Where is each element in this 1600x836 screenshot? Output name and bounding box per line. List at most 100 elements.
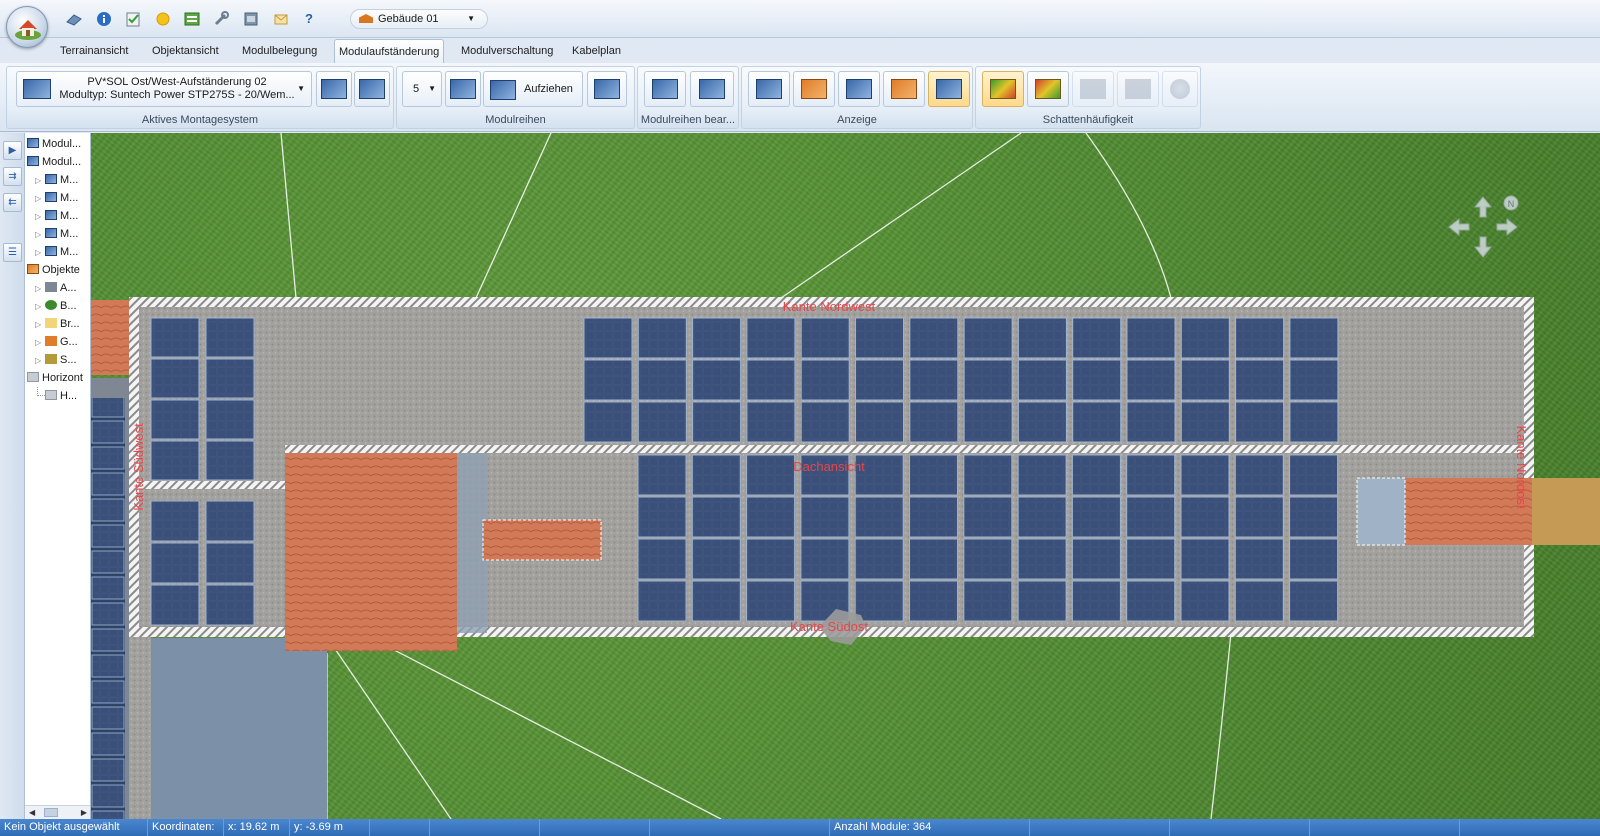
solar-module[interactable] [1126, 359, 1176, 401]
solar-module[interactable] [1071, 538, 1121, 580]
solar-module[interactable] [800, 359, 850, 401]
solar-module[interactable] [691, 538, 741, 580]
solar-module[interactable] [205, 399, 255, 440]
solar-module[interactable] [1234, 454, 1284, 496]
shade-frequency-button[interactable] [982, 71, 1024, 107]
scroll-thumb[interactable] [44, 808, 58, 817]
tab-modulbelegung[interactable]: Modulbelegung [238, 39, 321, 63]
solar-module[interactable] [1180, 454, 1230, 496]
solar-module[interactable] [963, 580, 1013, 622]
tab-objektansicht[interactable]: Objektansicht [148, 39, 223, 63]
expand-arrow-icon[interactable]: ▷ [35, 316, 45, 334]
solar-module[interactable] [909, 401, 959, 443]
solar-module[interactable] [909, 496, 958, 538]
solar-module[interactable] [692, 359, 742, 401]
solar-module[interactable] [746, 580, 796, 622]
shade-option-4-button[interactable] [1117, 71, 1159, 107]
solar-module[interactable] [205, 542, 255, 584]
help-icon[interactable]: ? [300, 10, 318, 28]
solar-module[interactable] [1126, 538, 1176, 580]
solar-module[interactable] [205, 500, 255, 542]
solar-module[interactable] [637, 359, 687, 401]
scroll-right-icon[interactable]: ▶ [81, 806, 87, 819]
solar-module[interactable] [963, 538, 1013, 580]
view-roof-button[interactable] [883, 71, 925, 107]
solar-module[interactable] [1289, 580, 1339, 622]
solar-module[interactable] [692, 401, 742, 443]
solar-module[interactable] [1289, 496, 1339, 538]
expand-arrow-icon[interactable]: ▷ [35, 244, 45, 262]
solar-module[interactable] [637, 401, 687, 443]
tree-node-module-item[interactable]: ▷ M... [35, 207, 78, 225]
solar-module[interactable] [583, 359, 633, 401]
solar-module[interactable] [963, 454, 1013, 496]
tools-icon[interactable] [212, 10, 230, 28]
solar-module[interactable] [800, 538, 850, 580]
solar-module[interactable] [854, 538, 904, 580]
tree-node-object-item[interactable]: ▷ S... [35, 351, 77, 369]
solar-module[interactable] [1072, 359, 1122, 401]
solar-module[interactable] [583, 401, 633, 443]
view-numbering-button[interactable] [748, 71, 790, 107]
solar-module[interactable] [746, 401, 796, 443]
collapse-tree-icon[interactable]: ⇇ [3, 193, 22, 212]
climate-data-icon[interactable] [183, 10, 201, 28]
tree-node-objekte[interactable]: Objekte [27, 261, 80, 279]
solar-module[interactable] [637, 580, 687, 622]
expand-arrow-icon[interactable]: ▷ [35, 298, 45, 316]
solar-module[interactable] [1180, 401, 1230, 443]
solar-module[interactable] [1071, 496, 1121, 538]
solar-module[interactable] [691, 496, 741, 538]
solar-module[interactable] [205, 358, 255, 399]
solar-module[interactable] [691, 580, 741, 622]
solar-module[interactable] [205, 317, 255, 358]
solar-module[interactable] [909, 580, 958, 622]
solar-module[interactable] [1126, 496, 1176, 538]
solar-module[interactable] [1180, 538, 1230, 580]
play-icon[interactable]: ▶ [3, 141, 22, 160]
solar-module[interactable] [1017, 454, 1067, 496]
solar-module[interactable] [1072, 317, 1122, 359]
solar-module[interactable] [746, 538, 796, 580]
arrow-down-icon[interactable] [1473, 236, 1493, 258]
view-grid-button[interactable] [793, 71, 835, 107]
solar-module[interactable] [150, 440, 200, 481]
solar-module[interactable] [909, 454, 958, 496]
solar-module[interactable] [692, 317, 742, 359]
tree-node-object-item[interactable]: ▷ Br... [35, 315, 80, 333]
email-icon[interactable] [272, 10, 290, 28]
app-menu-button[interactable] [6, 6, 48, 48]
module-array-button[interactable] [587, 71, 627, 107]
solar-module[interactable] [909, 538, 958, 580]
cut-row-button[interactable] [690, 71, 734, 107]
expand-arrow-icon[interactable]: ▷ [35, 190, 45, 208]
expand-arrow-icon[interactable]: ▷ [35, 280, 45, 298]
solar-module[interactable] [637, 454, 687, 496]
solar-module[interactable] [963, 359, 1013, 401]
solar-module[interactable] [800, 401, 850, 443]
view-orientation-button[interactable] [928, 71, 970, 107]
solar-module[interactable] [1126, 580, 1176, 622]
solar-module[interactable] [150, 500, 200, 542]
info-icon[interactable] [95, 10, 113, 28]
aufziehen-button[interactable]: Aufziehen [483, 71, 583, 107]
solar-module[interactable] [1289, 538, 1339, 580]
solar-module[interactable] [1126, 317, 1176, 359]
tree-horizontal-scrollbar[interactable]: ◀ ▶ [25, 805, 90, 819]
solar-module[interactable] [1017, 580, 1067, 622]
solar-module[interactable] [150, 358, 200, 399]
solar-module[interactable] [855, 317, 904, 359]
view-dimensions-button[interactable] [838, 71, 880, 107]
solar-module[interactable] [1289, 317, 1339, 359]
new-project-icon[interactable] [65, 10, 83, 28]
solar-module[interactable] [909, 317, 959, 359]
solar-module[interactable] [1234, 496, 1284, 538]
solar-module[interactable] [1017, 538, 1067, 580]
solar-module[interactable] [637, 496, 687, 538]
shade-module-button[interactable] [1027, 71, 1069, 107]
mounting-settings-button[interactable] [354, 71, 390, 107]
navigation-compass[interactable]: N [1443, 195, 1523, 265]
solar-module[interactable] [1235, 401, 1285, 443]
solar-module[interactable] [150, 584, 200, 626]
row-count-dropdown[interactable]: 5 ▼ [402, 71, 442, 107]
